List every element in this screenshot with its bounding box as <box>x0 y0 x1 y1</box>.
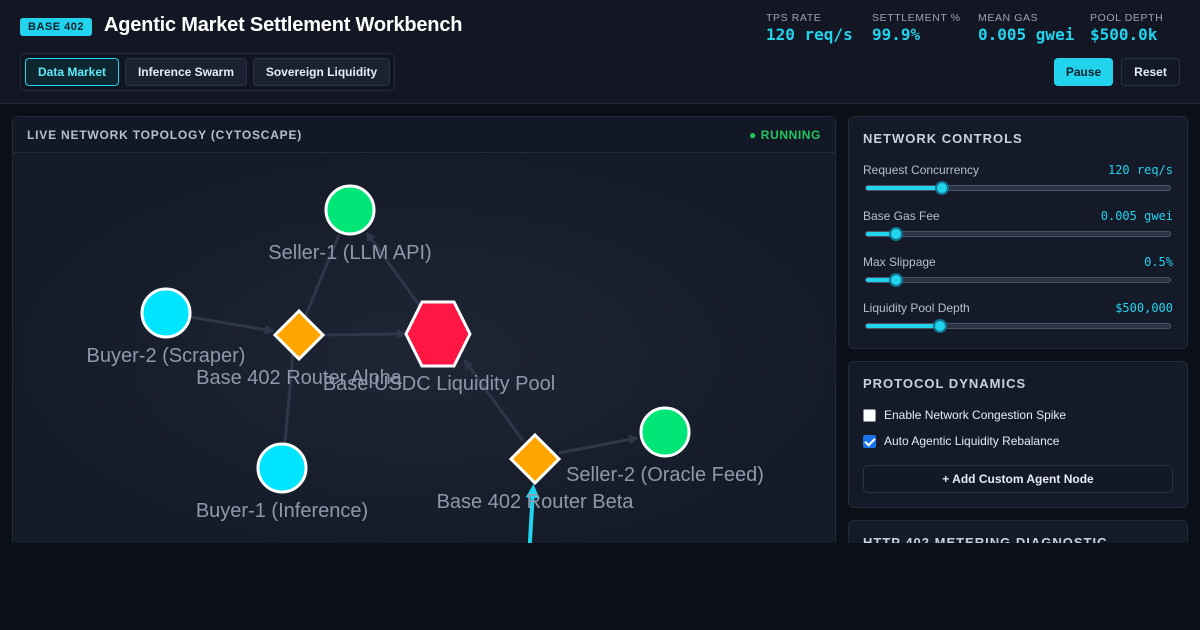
control-value: 0.5% <box>1144 255 1173 269</box>
control-value: 120 req/s <box>1107 163 1173 177</box>
top-header: BASE 402 Agentic Market Settlement Workb… <box>0 0 1200 104</box>
request-concurrency-slider[interactable] <box>865 181 1171 195</box>
node-seller2[interactable] <box>639 406 691 458</box>
reset-button[interactable]: Reset <box>1121 58 1180 86</box>
node-buyer2[interactable] <box>140 287 192 339</box>
tab-inference-swarm[interactable]: Inference Swarm <box>125 58 247 86</box>
node-label-buyer2: Buyer-2 (Scraper) <box>87 345 246 367</box>
node-router-alpha[interactable] <box>272 308 326 362</box>
node-label-buyer1: Buyer-1 (Inference) <box>196 500 368 522</box>
slider-thumb[interactable] <box>935 181 949 195</box>
slider-thumb[interactable] <box>889 227 904 241</box>
slider-fill <box>866 186 942 190</box>
stat-pool-depth: POOL DEPTH $500.0k <box>1090 12 1163 44</box>
max-slippage-slider[interactable] <box>865 273 1171 287</box>
add-custom-agent-node-button[interactable]: + Add Custom Agent Node <box>863 465 1173 493</box>
stat-mean-gas: MEAN GAS 0.005 gwei <box>978 12 1074 44</box>
topology-graph[interactable]: Seller-1 (LLM API) Buyer-2 (Scraper) Bas… <box>13 153 836 556</box>
stat-value: 99.9% <box>872 25 921 44</box>
page-footer-area <box>0 543 1200 630</box>
node-buyer1[interactable] <box>256 442 308 494</box>
stat-label: POOL DEPTH <box>1090 12 1164 24</box>
network-topology-panel: LIVE NETWORK TOPOLOGY (CYTOSCAPE) ● RUNN… <box>12 116 836 556</box>
pause-button[interactable]: Pause <box>1054 58 1113 86</box>
node-label-seller2: Seller-2 (Oracle Feed) <box>566 464 764 486</box>
node-label-seller1: Seller-1 (LLM API) <box>268 242 431 264</box>
node-label-router-beta: Base 402 Router Beta <box>437 491 635 513</box>
scenario-tabs: Data Market Inference Swarm Sovereign Li… <box>20 53 395 91</box>
checkbox-label: Enable Network Congestion Spike <box>884 408 1067 422</box>
tab-sovereign-liquidity[interactable]: Sovereign Liquidity <box>253 58 390 86</box>
liquidity-pool-depth-control: Liquidity Pool Depth $500,000 <box>863 301 1173 337</box>
stat-label: TPS RATE <box>766 12 822 24</box>
stat-value: 120 req/s <box>766 25 853 44</box>
edge-buyer2-router-alpha <box>189 315 275 335</box>
network-controls-panel: NETWORK CONTROLS Request Concurrency 120… <box>848 116 1188 349</box>
stat-label: MEAN GAS <box>978 12 1039 24</box>
max-slippage-control: Max Slippage 0.5% <box>863 255 1173 291</box>
control-label: Max Slippage <box>863 255 936 269</box>
stat-value: 0.005 gwei <box>978 25 1075 44</box>
control-value: 0.005 gwei <box>1100 209 1173 223</box>
slider-thumb[interactable] <box>889 273 904 287</box>
node-label-liquidity-pool: Base USDC Liquidity Pool <box>323 373 555 395</box>
control-value: $500,000 <box>1115 301 1173 315</box>
stat-value: $500.0k <box>1090 25 1158 44</box>
slider-thumb[interactable] <box>933 319 948 333</box>
topology-header: LIVE NETWORK TOPOLOGY (CYTOSCAPE) ● RUNN… <box>13 117 835 153</box>
request-concurrency-control: Request Concurrency 120 req/s <box>863 163 1173 199</box>
stat-label: SETTLEMENT % <box>872 12 961 24</box>
liquidity-pool-depth-slider[interactable] <box>865 319 1171 333</box>
control-label: Base Gas Fee <box>863 209 940 223</box>
stat-tps-rate: TPS RATE 120 req/s <box>766 12 853 44</box>
topology-canvas[interactable]: Seller-1 (LLM API) Buyer-2 (Scraper) Bas… <box>13 153 836 556</box>
base-gas-fee-control: Base Gas Fee 0.005 gwei <box>863 209 1173 245</box>
tab-data-market[interactable]: Data Market <box>25 58 119 86</box>
app-title: Agentic Market Settlement Workbench <box>104 14 463 36</box>
panel-title: PROTOCOL DYNAMICS <box>863 376 1027 391</box>
protocol-dynamics-panel: PROTOCOL DYNAMICS Enable Network Congest… <box>848 361 1188 508</box>
edge-router-beta-seller2 <box>558 434 639 455</box>
node-liquidity-pool[interactable] <box>404 300 472 368</box>
edge-router-alpha-pool <box>322 329 407 340</box>
checkbox-label: Auto Agentic Liquidity Rebalance <box>884 434 1060 448</box>
control-label: Request Concurrency <box>863 163 980 177</box>
node-seller1[interactable] <box>324 184 376 236</box>
slider-fill <box>866 324 941 328</box>
congestion-spike-checkbox[interactable] <box>863 409 876 422</box>
panel-title: NETWORK CONTROLS <box>863 131 1023 146</box>
topology-title: LIVE NETWORK TOPOLOGY (CYTOSCAPE) <box>27 128 303 142</box>
control-label: Liquidity Pool Depth <box>863 301 970 315</box>
stat-settlement: SETTLEMENT % 99.9% <box>872 12 961 44</box>
running-status: ● RUNNING <box>749 128 821 142</box>
liquidity-rebalance-checkbox[interactable] <box>863 435 876 448</box>
node-router-beta[interactable] <box>508 432 562 486</box>
base-gas-fee-slider[interactable] <box>865 227 1171 241</box>
brand-badge: BASE 402 <box>20 18 92 36</box>
